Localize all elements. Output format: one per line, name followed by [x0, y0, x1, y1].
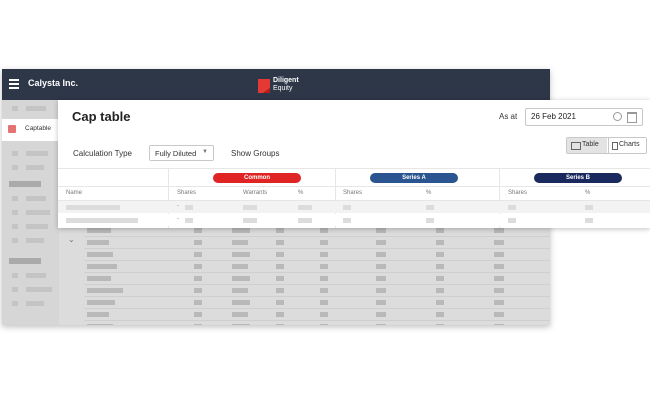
company-name[interactable]: Calysta Inc.: [28, 78, 78, 88]
sidebar-item-icon: [12, 273, 18, 278]
divider: [58, 168, 650, 169]
brand-subtitle: Equity: [273, 85, 293, 92]
as-at-date-value: 26 Feb 2021: [531, 112, 576, 121]
cell-placeholder: [343, 218, 351, 223]
divider: [58, 186, 650, 187]
sidebar-item-label: Captable: [25, 125, 52, 132]
sidebar-item-placeholder[interactable]: [26, 287, 52, 292]
cell-placeholder: [66, 218, 138, 223]
view-toggle: Table Charts: [566, 137, 647, 154]
charts-view-button[interactable]: Charts: [608, 138, 646, 153]
chart-icon: [612, 142, 618, 150]
column-header-name[interactable]: Name: [66, 190, 82, 196]
table-row: [84, 261, 550, 273]
cell-placeholder: [66, 205, 120, 210]
sidebar-item-placeholder[interactable]: [26, 273, 46, 278]
table-row: [84, 273, 550, 285]
sidebar-item-placeholder[interactable]: [26, 238, 44, 243]
cell-placeholder: [508, 218, 516, 223]
group-pill-common: Common: [213, 173, 301, 183]
sidebar-item-placeholder[interactable]: [26, 165, 44, 170]
sidebar-item-icon: [12, 224, 18, 229]
app-header-bar: Calysta Inc. Diligent Equity: [2, 69, 550, 100]
column-header-series-a-percent[interactable]: %: [426, 190, 431, 196]
cell-placeholder: [426, 205, 434, 210]
sidebar-item-icon: [12, 287, 18, 292]
as-at-label: As at: [499, 112, 518, 121]
sidebar-item-placeholder[interactable]: [26, 106, 46, 111]
group-pill-series-a: Series A: [370, 173, 458, 183]
table-row: [84, 285, 550, 297]
calculation-type-label: Calculation Type: [73, 149, 132, 158]
column-header-series-a-shares[interactable]: Shares: [343, 190, 362, 196]
sidebar: Captable: [2, 100, 59, 325]
sidebar-section-heading: [9, 258, 41, 264]
cell-placeholder: [426, 218, 434, 223]
sidebar-item-icon: [12, 165, 18, 170]
sidebar-item-icon: [12, 196, 18, 201]
calendar-icon[interactable]: [627, 112, 637, 123]
cell-placeholder: [243, 205, 257, 210]
cell-placeholder: -: [177, 216, 179, 222]
cell-placeholder: [343, 205, 351, 210]
table-row: [84, 321, 550, 325]
table-row[interactable]: -: [58, 214, 650, 226]
calculation-type-select[interactable]: Fully Diluted ▼: [149, 145, 214, 161]
cap-table-panel: Cap table As at 26 Feb 2021 Calculation …: [58, 100, 650, 228]
cell-placeholder: [298, 218, 312, 223]
column-header-common-shares[interactable]: Shares: [177, 190, 196, 196]
table-row: [84, 249, 550, 261]
sidebar-item-placeholder[interactable]: [26, 210, 50, 215]
table-view-label: Table: [582, 141, 599, 148]
brand-name: Diligent: [273, 77, 299, 84]
caret-down-icon: ▼: [202, 149, 208, 155]
cell-placeholder: -: [177, 203, 179, 209]
cell-placeholder: [243, 218, 257, 223]
cell-placeholder: [585, 205, 593, 210]
cell-placeholder: [298, 205, 312, 210]
table-view-button[interactable]: Table: [567, 138, 607, 153]
table-icon: [571, 142, 581, 150]
table-row: [84, 309, 550, 321]
diligent-logo-icon: [258, 79, 270, 93]
sidebar-item-icon: [12, 106, 18, 111]
sidebar-item-placeholder[interactable]: [26, 151, 48, 156]
cell-placeholder: [585, 218, 593, 223]
cell-placeholder: [185, 218, 193, 223]
table-row[interactable]: -: [58, 201, 650, 213]
calculation-type-value: Fully Diluted: [155, 149, 197, 158]
sidebar-item-placeholder[interactable]: [26, 196, 46, 201]
charts-view-label: Charts: [619, 141, 640, 148]
column-header-common-percent[interactable]: %: [298, 190, 303, 196]
background-table-rows: [84, 225, 550, 325]
group-pill-series-b: Series B: [534, 173, 622, 183]
column-header-common-warrants[interactable]: Warrants: [243, 190, 267, 196]
chevron-down-icon[interactable]: ⌄: [68, 235, 75, 244]
table-row: [84, 237, 550, 249]
sidebar-item-icon: [12, 301, 18, 306]
sidebar-item-icon: [12, 151, 18, 156]
column-header-series-b-percent[interactable]: %: [585, 190, 590, 196]
sidebar-item-placeholder[interactable]: [26, 224, 48, 229]
sidebar-item-placeholder[interactable]: [26, 301, 44, 306]
column-header-series-b-shares[interactable]: Shares: [508, 190, 527, 196]
sidebar-section-heading: [9, 181, 41, 187]
history-icon[interactable]: [613, 112, 622, 121]
page-title: Cap table: [72, 109, 131, 124]
show-groups-toggle[interactable]: Show Groups: [231, 149, 279, 158]
cell-placeholder: [508, 205, 516, 210]
cell-placeholder: [185, 205, 193, 210]
menu-icon[interactable]: [9, 79, 19, 89]
sidebar-item-icon: [12, 238, 18, 243]
captable-icon: [8, 125, 16, 133]
sidebar-item-icon: [12, 210, 18, 215]
sidebar-item-captable[interactable]: Captable: [2, 119, 59, 141]
table-row: [84, 297, 550, 309]
as-at-date-input[interactable]: 26 Feb 2021: [525, 108, 643, 126]
